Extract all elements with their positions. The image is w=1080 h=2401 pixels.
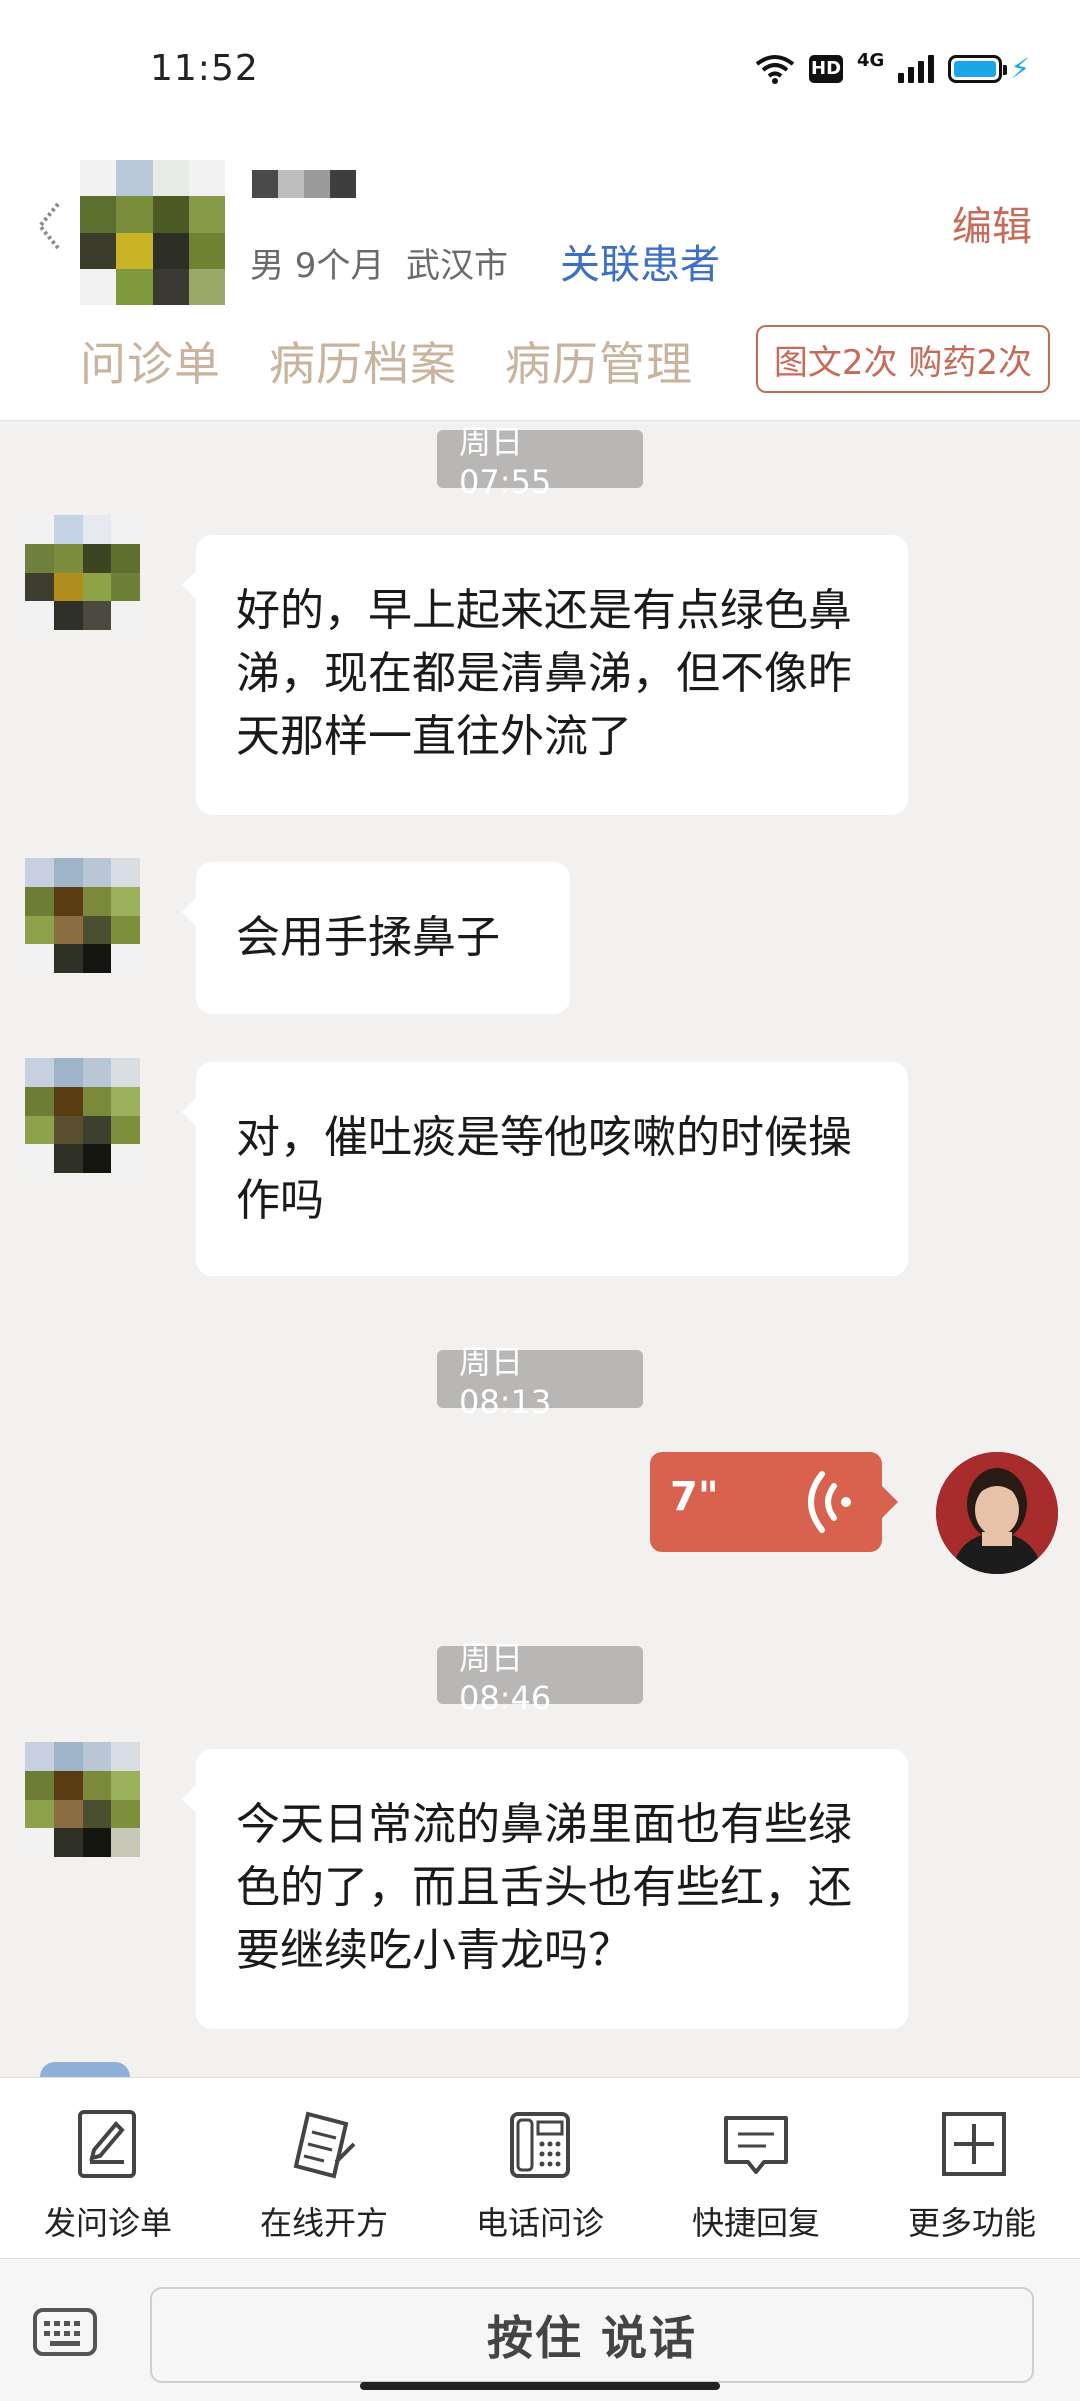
online-prescription-button[interactable]: 在线开方 bbox=[216, 2106, 432, 2244]
tab-record-management[interactable]: 病历管理 bbox=[505, 328, 693, 394]
message-bubble: 今天日常流的鼻涕里面也有些绿色的了，而且舌头也有些红，还要继续吃小青龙吗？ bbox=[182, 1749, 908, 2029]
prescription-icon bbox=[293, 2111, 356, 2179]
back-icon[interactable] bbox=[32, 196, 68, 256]
patient-avatar-small[interactable] bbox=[25, 1742, 140, 1857]
message-bubble: 好的，早上起来还是有点绿色鼻涕，现在都是清鼻涕，但不像昨天那样一直往外流了 bbox=[182, 535, 908, 815]
function-toolbar: 发问诊单 在线开方 电话问诊 快捷回复 更多功能 bbox=[0, 2077, 1080, 2258]
link-patient-button[interactable]: 关联患者 bbox=[560, 232, 720, 290]
patient-avatar-small[interactable] bbox=[25, 858, 140, 973]
hold-to-talk-button[interactable]: 按住 说话 bbox=[150, 2287, 1034, 2383]
timestamp: 周日 08:13 bbox=[437, 1343, 643, 1421]
toolbar-label: 快捷回复 bbox=[691, 2204, 820, 2242]
timestamp: 周日 07:55 bbox=[437, 423, 643, 501]
clock: 11:52 bbox=[150, 48, 259, 89]
send-form-button[interactable]: 发问诊单 bbox=[0, 2106, 216, 2244]
battery-icon bbox=[948, 54, 1008, 83]
message-bubble: 对，催吐痰是等他咳嗽的时候操作吗 bbox=[182, 1062, 908, 1276]
plus-icon bbox=[942, 2112, 1006, 2176]
home-indicator[interactable] bbox=[360, 2382, 720, 2390]
patient-name-redacted bbox=[252, 170, 356, 198]
patient-avatar-small[interactable] bbox=[25, 1058, 140, 1173]
phone-consult-button[interactable]: 电话问诊 bbox=[432, 2106, 648, 2244]
hd-badge: HD bbox=[809, 54, 844, 83]
form-edit-icon bbox=[78, 2110, 136, 2178]
tab-consultation-form[interactable]: 问诊单 bbox=[80, 328, 221, 394]
avatar-partial bbox=[40, 2062, 130, 2077]
voice-wave-icon bbox=[808, 1471, 851, 1533]
tab-medical-records[interactable]: 病历档案 bbox=[269, 328, 457, 394]
charging-icon: ⚡ bbox=[1010, 52, 1030, 85]
message-bubble: 会用手揉鼻子 bbox=[182, 862, 570, 1014]
quick-reply-button[interactable]: 快捷回复 bbox=[648, 2106, 864, 2244]
voice-message[interactable]: 7" bbox=[650, 1452, 898, 1552]
wifi-icon bbox=[755, 54, 795, 84]
record-tabs: 问诊单 病历档案 病历管理 bbox=[80, 328, 693, 394]
message-icon bbox=[724, 2116, 788, 2174]
doctor-avatar[interactable] bbox=[936, 1452, 1058, 1574]
chat-header: 男 9个月 武汉市 关联患者 编辑 问诊单 病历档案 病历管理 图文2次 购药2… bbox=[0, 120, 1080, 421]
network-type: 4G bbox=[857, 49, 885, 71]
toolbar-label: 发问诊单 bbox=[43, 2204, 172, 2242]
consult-stats-badge: 图文2次 购药2次 bbox=[755, 325, 1050, 393]
toolbar-label: 更多功能 bbox=[907, 2204, 1036, 2242]
edit-button[interactable]: 编辑 bbox=[952, 194, 1032, 252]
status-icons: HD 4G ⚡ bbox=[755, 49, 1030, 85]
keyboard-icon[interactable] bbox=[32, 2307, 98, 2357]
status-bar: 11:52 HD 4G ⚡ bbox=[0, 0, 1080, 120]
patient-info: 男 9个月 武汉市 bbox=[250, 246, 509, 286]
more-functions-button[interactable]: 更多功能 bbox=[864, 2106, 1080, 2244]
phone-icon bbox=[510, 2112, 570, 2178]
patient-avatar[interactable] bbox=[80, 160, 225, 305]
voice-duration: 7" bbox=[670, 1474, 719, 1520]
patient-avatar-small[interactable] bbox=[25, 515, 140, 630]
signal-icon bbox=[898, 54, 935, 83]
toolbar-label: 电话问诊 bbox=[475, 2204, 604, 2242]
doctor-portrait bbox=[936, 1452, 1058, 1574]
timestamp: 周日 08:46 bbox=[437, 1639, 643, 1717]
toolbar-label: 在线开方 bbox=[259, 2204, 388, 2242]
input-bar: 按住 说话 bbox=[0, 2258, 1080, 2401]
